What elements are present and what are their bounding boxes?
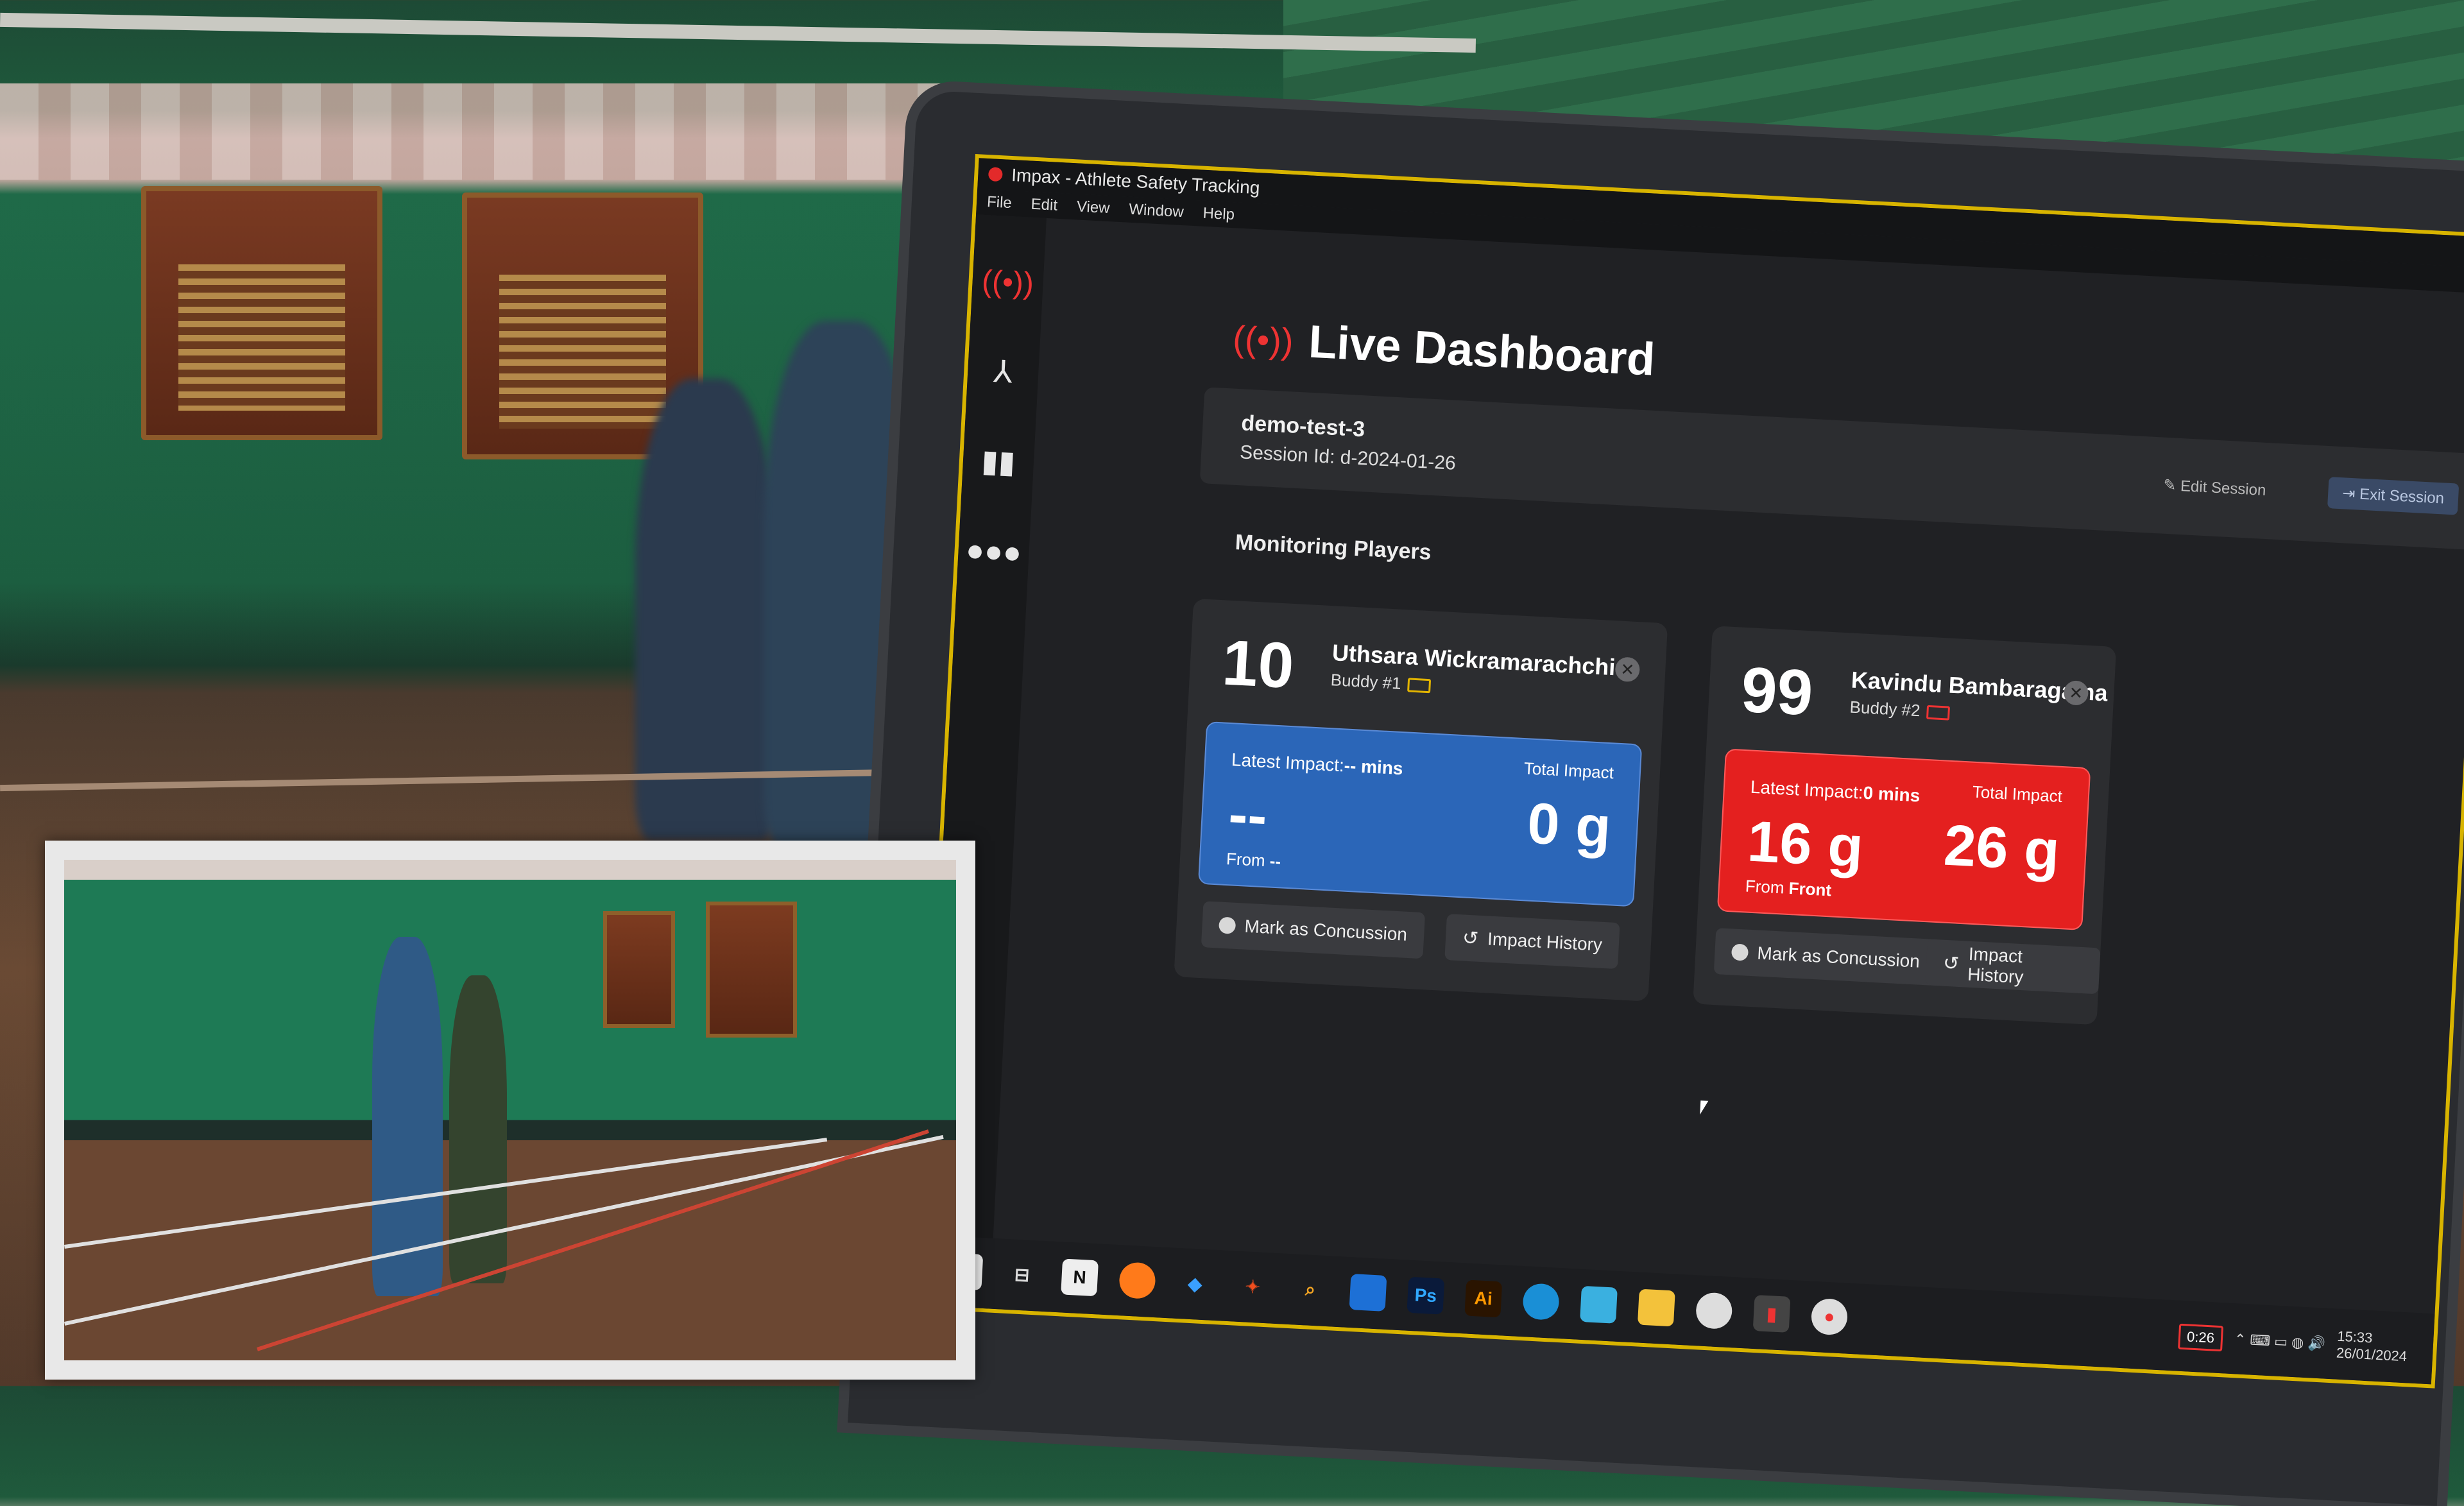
latest-impact-text: Latest Impact: (1231, 749, 1345, 776)
player-number: 10 (1220, 626, 1296, 702)
edge-icon[interactable] (1522, 1283, 1561, 1321)
buddy-label: Buddy #2 (1849, 697, 1950, 723)
section-label: Monitoring Players (1234, 530, 1432, 565)
latest-impact-label: Latest Impact:-- mins (1231, 749, 1403, 779)
dashboard-title: Live Dashboard (1307, 316, 1657, 386)
edit-session-button[interactable]: ✎ Edit Session (2163, 476, 2266, 500)
latest-impact-text: Latest Impact: (1750, 776, 1864, 803)
impact-history-label: Impact History (1967, 943, 2024, 988)
latest-impact-label: Latest Impact:0 mins (1750, 777, 1921, 807)
menu-view[interactable]: View (1076, 198, 1110, 218)
vscode-icon[interactable]: ◆ (1176, 1265, 1214, 1303)
menu-help[interactable]: Help (1202, 205, 1235, 225)
mark-concussion-button[interactable]: Mark as Concussion (1713, 928, 1938, 986)
history-icon: ↺ (1942, 952, 1960, 975)
clock[interactable]: 15:33 26/01/2024 (2336, 1328, 2408, 1365)
circle-icon (1731, 943, 1749, 961)
main-content: ((•)) Live Dashboard demo-test-3 Session… (989, 218, 2464, 1384)
history-icon: ↺ (1462, 927, 1480, 950)
wall-frieze (0, 83, 963, 180)
court-line (64, 1137, 828, 1249)
recording-indicator[interactable]: 0:26 (2178, 1323, 2223, 1352)
page-title: ((•)) Live Dashboard (1231, 311, 1656, 386)
impact-history-label: Impact History (1487, 928, 1603, 955)
app-logo-icon (988, 167, 1003, 182)
clock-date: 26/01/2024 (2336, 1344, 2408, 1365)
app-icon[interactable] (1695, 1292, 1733, 1330)
task-view-icon[interactable]: ⊟ (1003, 1256, 1041, 1294)
impact-panel: Latest Impact:-- mins Total Impact -- 0 … (1197, 721, 1643, 907)
impact-direction: From Front (1745, 876, 1832, 900)
player-card: 10 Uthsara Wickramarachchi Buddy #1 ✕ La… (1174, 598, 1668, 1002)
player-card: 99 Kavindu Bambaragama Buddy #2 ✕ Latest… (1693, 626, 2117, 1025)
battery-icon (1407, 678, 1432, 694)
training-video-frame (64, 860, 956, 1360)
live-broadcast-icon: ((•)) (1231, 317, 1295, 361)
mark-concussion-label: Mark as Concussion (1244, 916, 1408, 945)
from-value: -- (1269, 851, 1281, 871)
court-line (257, 1129, 930, 1351)
from-value: Front (1788, 878, 1832, 900)
latest-impact-value: 16 g (1745, 809, 1865, 880)
total-impact-label: Total Impact (1523, 758, 1614, 783)
session-panel: demo-test-3 Session Id: d-2024-01-26 ✎ E… (1199, 387, 2464, 551)
railing (0, 12, 1476, 53)
exit-session-label: Exit Session (2359, 485, 2445, 508)
impact-panel: Latest Impact:0 mins Total Impact 16 g 2… (1716, 748, 2091, 930)
notion-icon[interactable]: N (1061, 1258, 1099, 1297)
mark-concussion-label: Mark as Concussion (1756, 943, 1921, 971)
wall-plaque (706, 902, 797, 1038)
session-name: demo-test-3 (1240, 411, 1366, 442)
latest-impact-value: -- (1227, 782, 1269, 849)
latest-impact-time: 0 mins (1862, 782, 1921, 806)
impact-history-button[interactable]: ↺ Impact History (1925, 939, 2101, 995)
tray-icons[interactable]: ⌃ ⌨ ▭ ◍ 🔊 (2234, 1331, 2325, 1352)
wall-plaque (141, 186, 382, 440)
app-screen: Impax - Athlete Safety Tracking File Edi… (914, 154, 2464, 1389)
search-icon[interactable]: ⌕ (1292, 1271, 1330, 1308)
exit-session-button[interactable]: ⇥ Exit Session (2327, 477, 2460, 515)
wall-plaque (603, 911, 675, 1028)
battery-icon (1926, 705, 1950, 721)
edit-session-label: Edit Session (2180, 477, 2267, 499)
close-icon[interactable]: ✕ (1614, 656, 1641, 683)
from-label: From (1745, 876, 1785, 898)
buddy-text: Buddy #2 (1849, 697, 1921, 721)
impact-history-button[interactable]: ↺ Impact History (1444, 914, 1620, 970)
photoshop-icon[interactable]: Ps (1407, 1276, 1445, 1315)
menu-window[interactable]: Window (1129, 201, 1185, 221)
boxer-figure (372, 937, 443, 1296)
mark-concussion-button[interactable]: Mark as Concussion (1201, 901, 1425, 959)
video-inset (45, 841, 975, 1380)
mouse-cursor-icon (1700, 1100, 1709, 1115)
session-id: Session Id: d-2024-01-26 (1239, 441, 1457, 474)
impax-taskbar-icon[interactable]: ▮ (1752, 1295, 1791, 1333)
bar-chart-icon[interactable]: ▮▮ (976, 440, 1020, 484)
buddy-text: Buddy #1 (1330, 670, 1402, 693)
latest-impact-time: -- mins (1343, 755, 1404, 779)
impact-direction: From -- (1226, 849, 1281, 871)
from-label: From (1226, 848, 1266, 871)
clock-time: 15:33 (2336, 1328, 2374, 1346)
buddy-label: Buddy #1 (1330, 670, 1432, 695)
network-icon[interactable]: ⅄ (981, 350, 1025, 394)
obs-icon[interactable]: ● (1810, 1297, 1849, 1336)
system-tray: 0:26 ⌃ ⌨ ▭ ◍ 🔊 15:33 26/01/2024 (2178, 1320, 2408, 1365)
total-impact-label: Total Impact (1972, 782, 2063, 807)
circle-icon (1218, 916, 1236, 934)
player-number: 99 (1740, 653, 1815, 730)
broadcast-icon[interactable]: ((•)) (981, 260, 1034, 304)
total-impact-value: 0 g (1525, 791, 1613, 860)
users-icon[interactable]: ●●● (965, 529, 1023, 574)
total-impact-value: 26 g (1942, 813, 2062, 884)
illustrator-icon[interactable]: Ai (1464, 1279, 1503, 1318)
menu-file[interactable]: File (986, 193, 1012, 212)
sourcetree-icon[interactable] (1349, 1274, 1387, 1312)
file-explorer-icon[interactable] (1637, 1288, 1675, 1327)
figma-icon[interactable]: ✦ (1234, 1268, 1272, 1306)
menu-edit[interactable]: Edit (1031, 196, 1058, 215)
app-icon[interactable] (1580, 1285, 1618, 1324)
firefox-icon[interactable] (1118, 1262, 1156, 1300)
